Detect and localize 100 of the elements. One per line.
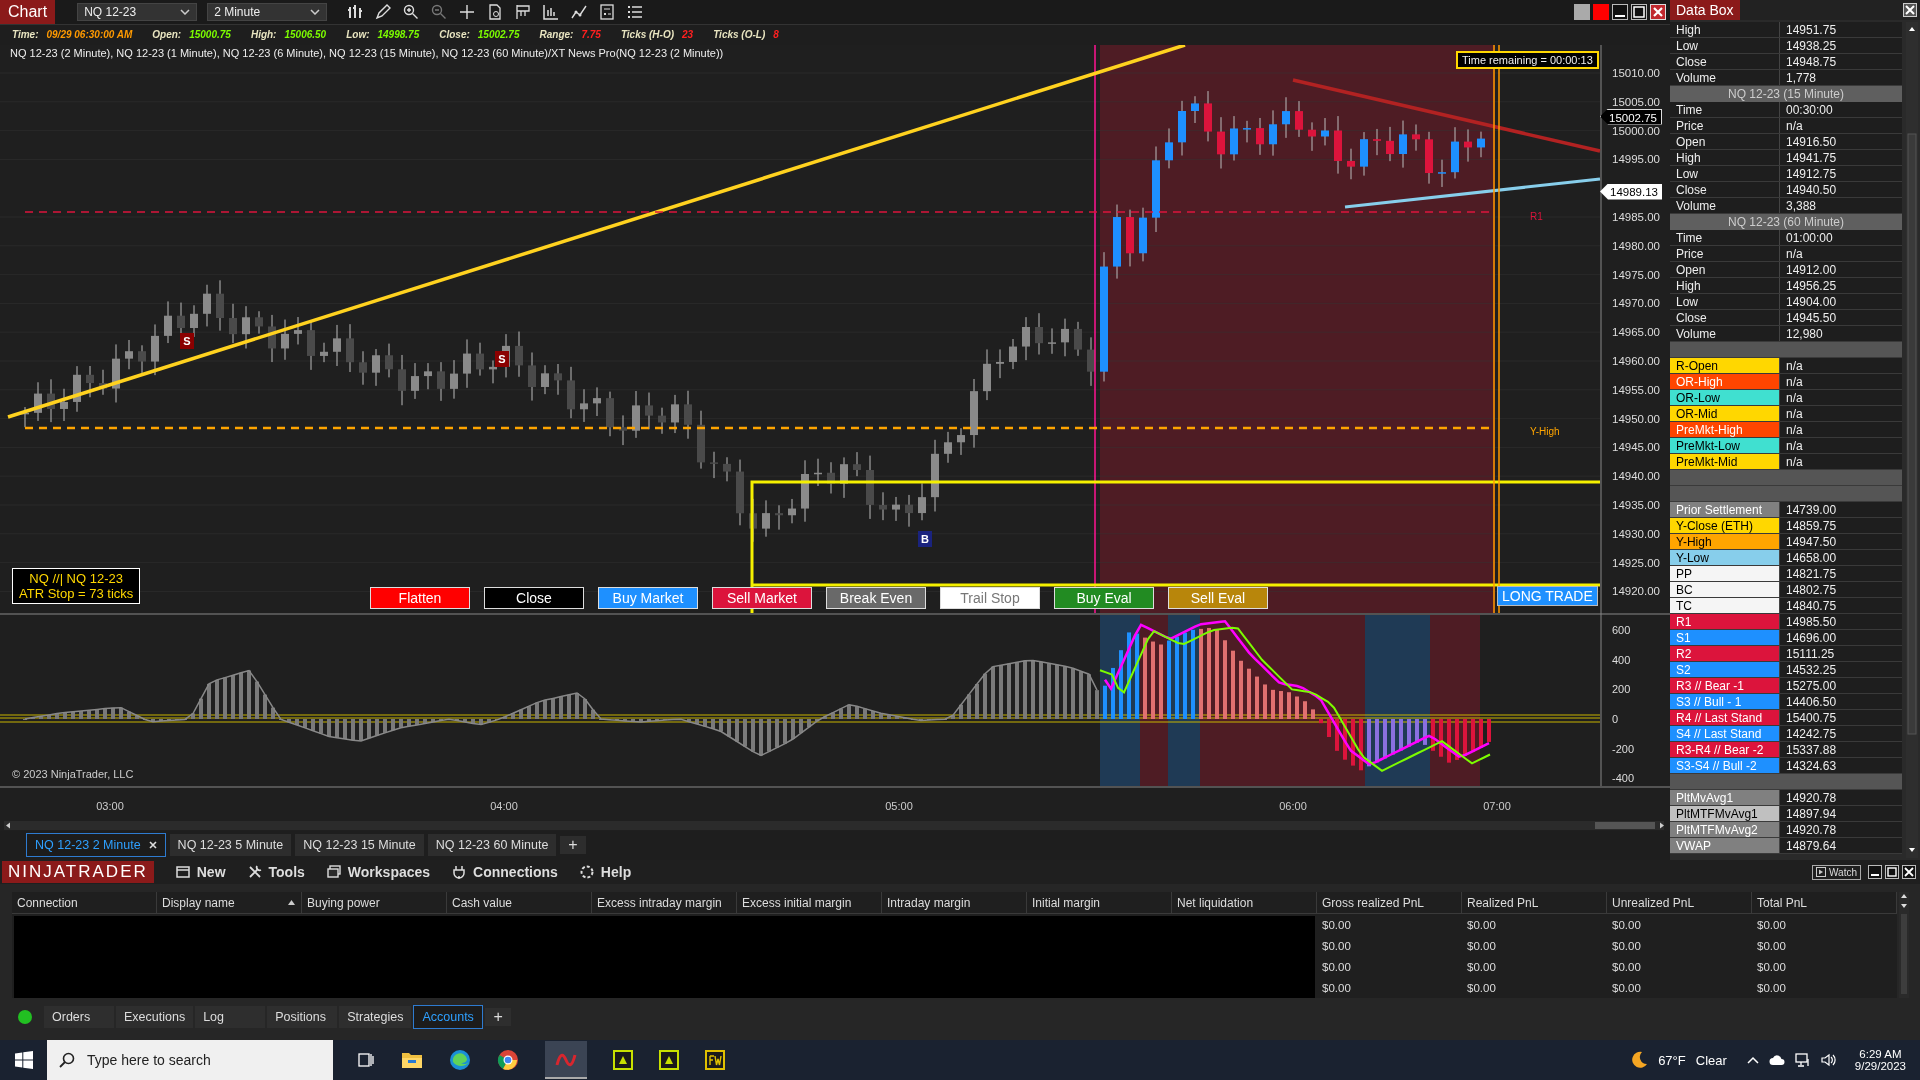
pencil-icon[interactable] [375,4,392,20]
candlestick [1373,128,1381,156]
close-icon[interactable] [1903,3,1917,17]
minimize-icon[interactable] [1868,865,1882,879]
bars-icon[interactable] [347,4,364,20]
candlestick [398,354,406,406]
add-tab-button[interactable]: + [560,836,586,855]
data-value: 14912.00 [1780,262,1902,277]
column-header[interactable]: Excess initial margin [737,892,882,914]
menu-item[interactable]: Tools [247,864,305,880]
info-value: 8 [773,29,779,41]
tab[interactable]: Log [195,1006,266,1028]
close-icon[interactable] [148,841,157,850]
plot-label: PreMkt-High [1670,422,1780,437]
candlestick [1230,115,1238,161]
add-tab-button[interactable]: + [485,1008,511,1026]
column-header[interactable]: Buying power [302,892,447,914]
crosshair-icon[interactable] [459,4,476,20]
cloud-icon[interactable] [1768,1054,1785,1066]
interval-dropdown[interactable]: 2 Minute [207,3,328,21]
column-header[interactable]: Unrealized PnL [1607,892,1752,914]
menu-item[interactable]: Workspaces [326,864,431,880]
column-header[interactable]: Realized PnL [1462,892,1607,914]
table-cell-text: $0.00 [1611,938,1642,954]
task-view-icon[interactable] [357,1051,375,1069]
tab[interactable]: Executions [116,1006,194,1028]
windows-logo-icon[interactable] [15,1051,33,1069]
app-logo: NINJATRADER [2,861,154,883]
plot-label: Prior Settlement [1670,502,1780,517]
data-value: n/a [1780,406,1902,421]
column-header[interactable]: Excess intraday margin [592,892,737,914]
candlestick [1178,99,1186,156]
watch-button[interactable]: Watch [1812,864,1861,880]
trade-button[interactable]: Flatten [370,586,470,609]
candlestick [1204,90,1212,142]
column-header[interactable]: Net liquidation [1172,892,1317,914]
data-value: 15400.75 [1780,710,1902,725]
trade-button[interactable]: Break Even [826,586,926,609]
app-icon[interactable] [659,1050,679,1070]
browser-icon[interactable] [449,1049,471,1071]
search-field[interactable]: Type here to search [47,1040,333,1080]
table-cell-text: $0.00 [1611,980,1642,996]
column-header[interactable]: Initial margin [1027,892,1172,914]
candlestick [489,359,497,384]
chart-tab[interactable]: NQ 12-23 5 Minute [169,834,292,857]
chart-tab[interactable]: NQ 12-23 2 Minute [26,833,166,858]
list-icon[interactable] [627,4,644,20]
chart-tab[interactable]: NQ 12-23 60 Minute [427,834,557,857]
maximize-icon[interactable] [1885,865,1899,879]
zoom-in-icon[interactable] [403,4,420,20]
column-header[interactable]: Intraday margin [882,892,1027,914]
menu-item[interactable]: Connections [452,864,558,880]
column-header[interactable]: Total PnL [1752,892,1897,914]
minimize-icon[interactable] [1612,4,1628,20]
column-header[interactable]: Cash value [447,892,592,914]
info-label: Range: [539,29,574,41]
column-header[interactable]: Connection [12,892,157,914]
scrollbar[interactable] [4,820,1664,830]
calculator-icon[interactable] [599,4,616,20]
browser-icon[interactable] [497,1049,519,1071]
candlestick [983,348,991,401]
speaker-icon[interactable] [1820,1053,1837,1067]
caret-icon[interactable] [1746,1056,1759,1064]
trade-button[interactable]: Sell Market [712,586,812,609]
data-value: 14948.75 [1780,54,1902,69]
chart-tab[interactable]: NQ 12-23 15 Minute [295,834,424,857]
price-label: 14955.00 [1612,383,1660,396]
document-icon[interactable] [487,4,504,20]
instrument-dropdown[interactable]: NQ 12-23 [77,3,198,21]
chart-icon[interactable] [543,4,560,20]
data-value: 14941.75 [1780,150,1902,165]
network-icon[interactable] [1794,1053,1811,1067]
data-label: Low [1670,166,1780,181]
candlestick [1412,123,1420,151]
menu-item[interactable]: Help [579,864,632,880]
column-header[interactable]: Display name [157,892,302,914]
zoom-out-icon[interactable] [431,4,448,20]
close-icon[interactable] [1902,865,1916,879]
tab[interactable]: Orders [44,1006,114,1028]
folder-icon[interactable] [401,1051,423,1069]
trade-button[interactable]: Close [484,586,584,609]
trade-button[interactable]: Trail Stop [940,586,1040,609]
moon-icon [1630,1051,1649,1069]
flag-icon[interactable] [515,4,532,20]
app-icon[interactable] [705,1050,725,1070]
candlestick [125,339,133,370]
menu-item[interactable]: New [175,864,226,880]
tab[interactable]: Accounts [413,1005,484,1029]
data-value: 14897.94 [1780,806,1902,821]
column-header[interactable]: Gross realized PnL [1317,892,1462,914]
app-icon[interactable] [613,1050,633,1070]
line-chart-icon[interactable] [571,4,588,20]
info-value: 15006.50 [284,29,327,41]
candlestick [775,504,783,530]
tab[interactable]: Strategies [339,1006,412,1028]
tab[interactable]: Positions [267,1006,338,1028]
candlestick [1438,158,1446,188]
candlestick [801,459,809,522]
maximize-icon[interactable] [1631,4,1647,20]
trade-button[interactable]: Buy Eval [1054,586,1154,609]
